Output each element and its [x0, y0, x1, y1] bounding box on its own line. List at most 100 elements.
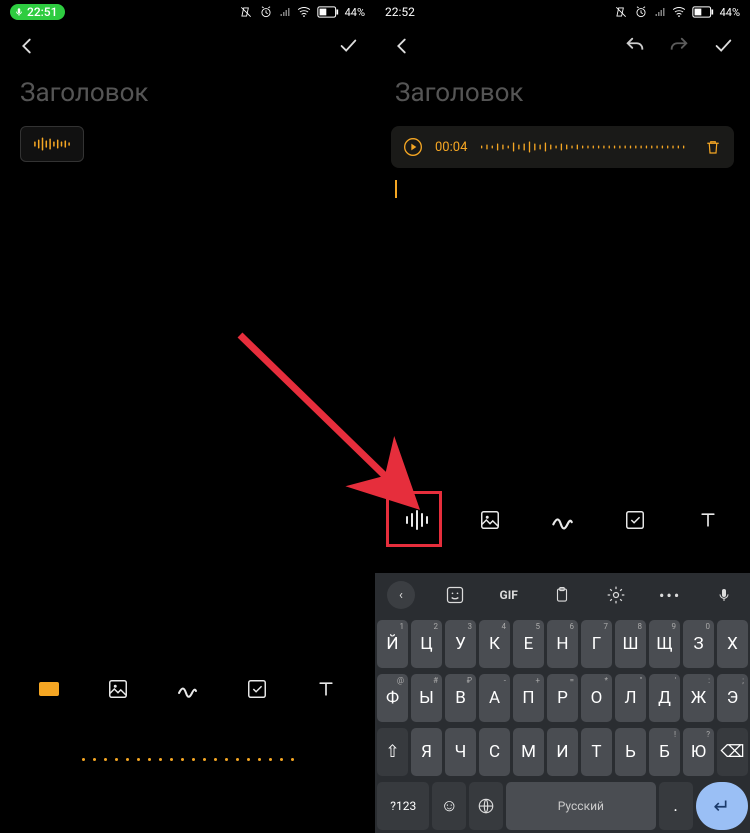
- key-Н[interactable]: Н6: [547, 620, 578, 668]
- gif-button[interactable]: GIF: [489, 573, 529, 617]
- key-Ц[interactable]: Ц2: [411, 620, 442, 668]
- clipboard-button[interactable]: [542, 573, 582, 617]
- key-Ы[interactable]: Ы#: [411, 674, 442, 722]
- keyboard-row-1: Й1Ц2У3К4Е5Н6Г7Ш8Щ9З0Х: [375, 617, 750, 671]
- key-А[interactable]: А-: [479, 674, 510, 722]
- voice-button[interactable]: [704, 573, 744, 617]
- confirm-icon[interactable]: [712, 35, 734, 57]
- battery-percent: 44%: [720, 6, 740, 19]
- period-key[interactable]: .: [659, 782, 693, 830]
- key-П[interactable]: П+: [513, 674, 544, 722]
- sticker-button[interactable]: [435, 573, 475, 617]
- more-button[interactable]: •••: [650, 573, 690, 617]
- key-О[interactable]: О*: [581, 674, 612, 722]
- key-Э[interactable]: Э;: [717, 674, 748, 722]
- gear-icon: [606, 585, 626, 605]
- play-icon[interactable]: [403, 137, 423, 157]
- key-В[interactable]: В₽: [445, 674, 476, 722]
- title-input[interactable]: Заголовок: [375, 68, 750, 126]
- undo-icon[interactable]: [624, 35, 646, 57]
- key-Л[interactable]: Л": [615, 674, 646, 722]
- key-К[interactable]: К4: [479, 620, 510, 668]
- recording-pill[interactable]: 22:51: [10, 4, 65, 20]
- signal-icon: [279, 6, 291, 18]
- key-⌫[interactable]: ⌫: [717, 728, 748, 776]
- keyboard-row-4: ?123 ☺ Русский . ↵: [375, 779, 750, 833]
- signal-icon: [654, 6, 666, 18]
- enter-key[interactable]: ↵: [696, 782, 748, 830]
- draw-tool-button[interactable]: [175, 677, 199, 701]
- key-У[interactable]: У3: [445, 620, 476, 668]
- status-time: 22:51: [27, 5, 57, 19]
- waveform-icon: [479, 141, 692, 153]
- battery-icon: [692, 6, 714, 18]
- status-bar: 22:51 44%: [0, 0, 375, 24]
- key-И[interactable]: И: [547, 728, 578, 776]
- key-Р[interactable]: Р=: [547, 674, 578, 722]
- back-icon[interactable]: [16, 35, 38, 57]
- mic-icon: [14, 7, 24, 17]
- checkbox-icon: [624, 509, 646, 531]
- key-Я[interactable]: Я: [411, 728, 442, 776]
- key-Т[interactable]: Т: [581, 728, 612, 776]
- key-⇧[interactable]: ⇧: [377, 728, 408, 776]
- confirm-icon[interactable]: [337, 35, 359, 57]
- keyboard-row-2: Ф@Ы#В₽А-П+Р=О*Л"Д'Ж:Э;: [375, 671, 750, 725]
- battery-icon: [317, 6, 339, 18]
- clipboard-icon: [553, 585, 571, 605]
- key-З[interactable]: З0: [683, 620, 714, 668]
- symbols-key[interactable]: ?123: [377, 782, 429, 830]
- key-С[interactable]: С: [479, 728, 510, 776]
- space-key[interactable]: Русский: [506, 782, 656, 830]
- keyboard-suggestions: ‹ GIF •••: [375, 573, 750, 617]
- emoji-key[interactable]: ☺: [432, 782, 466, 830]
- text-cursor: [395, 180, 397, 198]
- key-Д[interactable]: Д': [649, 674, 680, 722]
- audio-duration: 00:04: [435, 140, 467, 155]
- recording-dots: [82, 758, 294, 761]
- key-Г[interactable]: Г7: [581, 620, 612, 668]
- audio-tool-button[interactable]: [404, 507, 430, 533]
- audio-tool-button[interactable]: [37, 677, 61, 701]
- redo-icon[interactable]: [668, 35, 690, 57]
- alarm-icon: [259, 5, 273, 19]
- status-time: 22:52: [385, 5, 415, 19]
- language-key[interactable]: [469, 782, 503, 830]
- key-Щ[interactable]: Щ9: [649, 620, 680, 668]
- key-Б[interactable]: Б!: [649, 728, 680, 776]
- key-Ш[interactable]: Ш8: [615, 620, 646, 668]
- image-tool-button[interactable]: [106, 677, 130, 701]
- text-tool-button[interactable]: [695, 507, 721, 533]
- draw-tool-button[interactable]: [549, 507, 575, 533]
- back-icon[interactable]: [391, 35, 413, 57]
- title-input[interactable]: Заголовок: [0, 68, 375, 126]
- checkbox-icon: [246, 678, 268, 700]
- wifi-icon: [297, 5, 311, 19]
- key-Ч[interactable]: Ч: [445, 728, 476, 776]
- audio-chip[interactable]: [20, 126, 84, 162]
- key-Ю[interactable]: Ю?: [683, 728, 714, 776]
- vibrate-icon: [239, 5, 253, 19]
- audio-player[interactable]: 00:04: [391, 126, 734, 168]
- scribble-icon: [175, 677, 199, 701]
- key-Ж[interactable]: Ж:: [683, 674, 714, 722]
- settings-button[interactable]: [596, 573, 636, 617]
- keyboard-chevron-button[interactable]: ‹: [381, 573, 421, 617]
- key-Е[interactable]: Е5: [513, 620, 544, 668]
- key-М[interactable]: М: [513, 728, 544, 776]
- delete-icon[interactable]: [704, 138, 722, 156]
- scribble-icon: [549, 507, 575, 533]
- waveform-icon: [404, 509, 430, 531]
- key-Х[interactable]: Х: [717, 620, 748, 668]
- wifi-icon: [672, 5, 686, 19]
- image-tool-button[interactable]: [477, 507, 503, 533]
- editor-toolbar: [375, 493, 750, 547]
- key-Й[interactable]: Й1: [377, 620, 408, 668]
- checklist-tool-button[interactable]: [622, 507, 648, 533]
- text-tool-button[interactable]: [314, 677, 338, 701]
- key-Ф[interactable]: Ф@: [377, 674, 408, 722]
- checklist-tool-button[interactable]: [245, 677, 269, 701]
- sticker-icon: [445, 585, 465, 605]
- key-Ь[interactable]: Ь: [615, 728, 646, 776]
- image-icon: [479, 509, 501, 531]
